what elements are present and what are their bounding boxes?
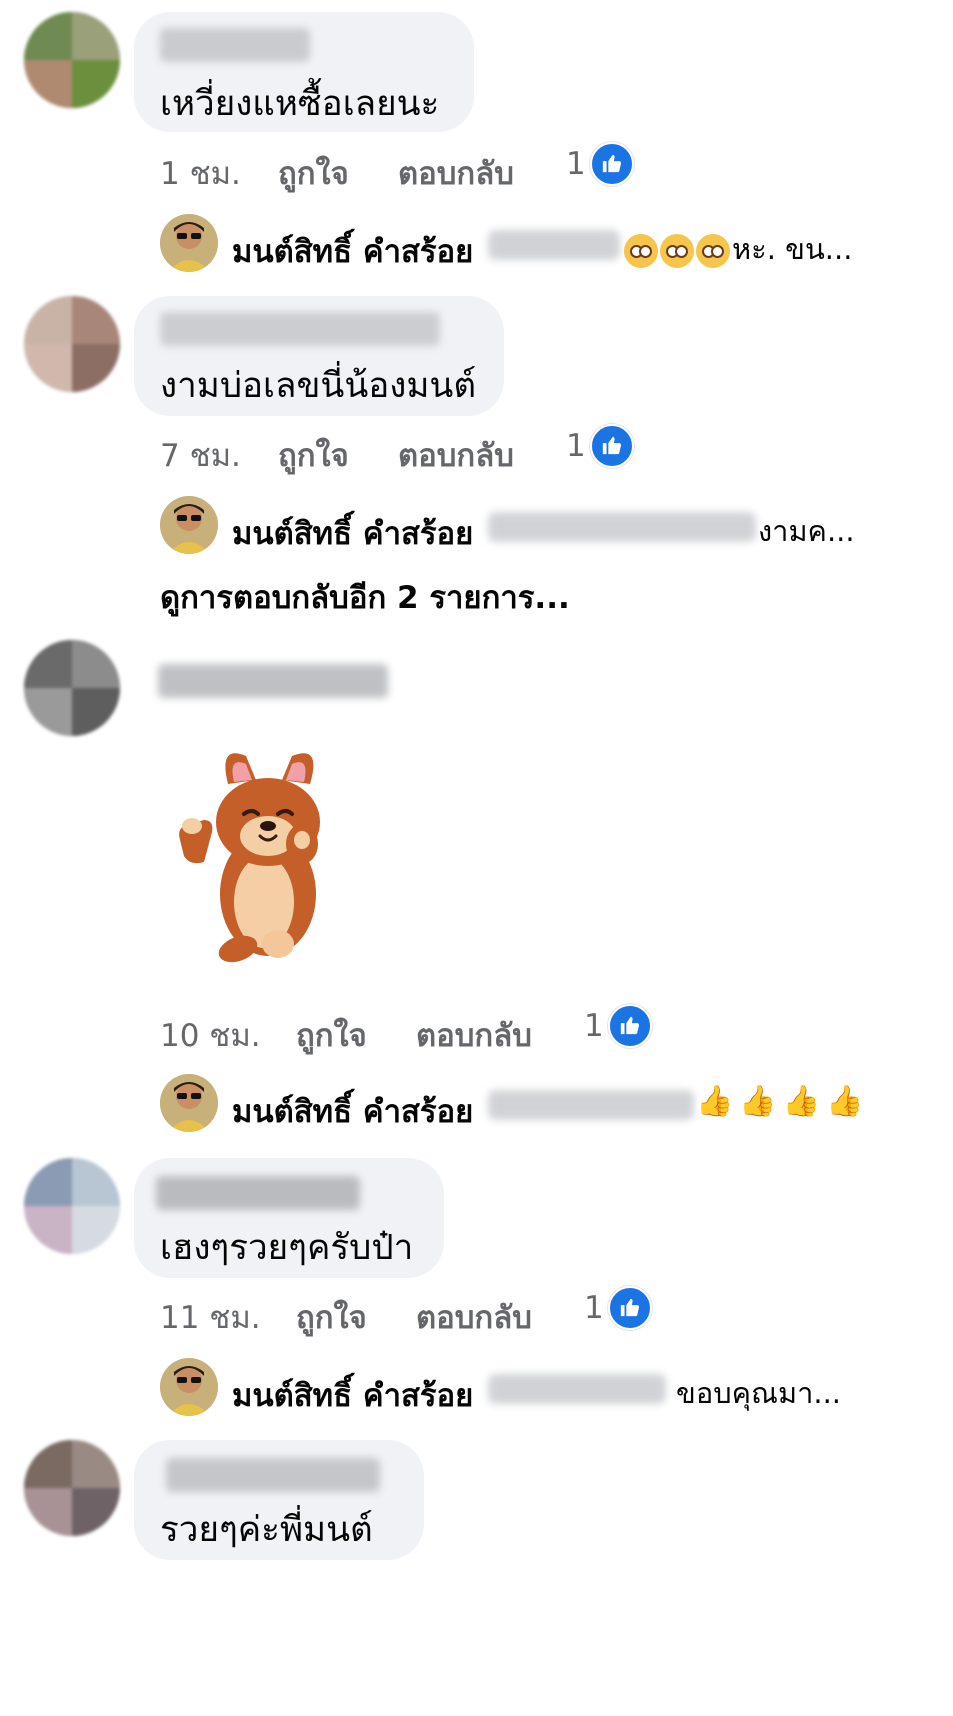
man-avatar-icon [160,496,218,554]
reply-text-blurred [488,1374,666,1404]
reply-text[interactable]: 👍 👍 👍 👍 [696,1084,869,1119]
reply-author[interactable]: มนต์สิทธิ์ คำสร้อย [232,1086,473,1136]
thumbs-up-emoji: 👍 [696,1084,734,1119]
like-reaction-icon[interactable] [608,1004,652,1048]
reply-avatar[interactable] [160,496,218,554]
comment-text: งามบ่อเลขนี่น้องมนต์ [160,366,477,406]
man-avatar-icon [160,214,218,272]
view-more-replies-link[interactable]: ดูการตอบกลับอีก 2 รายการ... [160,572,570,622]
reply-button[interactable]: ตอบกลับ [416,1292,532,1342]
reply-author[interactable]: มนต์สิทธิ์ คำสร้อย [232,508,473,558]
like-reaction-icon[interactable] [590,142,634,186]
like-button[interactable]: ถูกใจ [296,1010,367,1060]
comment-time[interactable]: 1 ชม. [160,148,241,198]
reply-text[interactable]: หะ. ขน... [624,226,852,272]
like-count[interactable]: 1 [584,1290,604,1326]
reply-author[interactable]: มนต์สิทธิ์ คำสร้อย [232,226,473,276]
flushed-face-emoji [660,234,694,268]
reply-text-tail: หะ. ขน... [732,232,853,266]
commenter-name[interactable] [166,1458,380,1492]
reply-button[interactable]: ตอบกลับ [398,148,514,198]
comment-text: เหวี่ยงแหซื้อเลยนะ [160,84,440,124]
like-button[interactable]: ถูกใจ [296,1292,367,1342]
commenter-avatar[interactable] [24,640,120,736]
like-count[interactable]: 1 [566,146,586,182]
like-reaction-icon[interactable] [590,424,634,468]
commenter-name[interactable] [158,664,388,698]
man-avatar-icon [160,1074,218,1132]
thumbs-up-emoji: 👍 [739,1084,777,1119]
reply-avatar[interactable] [160,1074,218,1132]
comment-time[interactable]: 10 ชม. [160,1010,261,1060]
comment-time[interactable]: 7 ชม. [160,430,241,480]
like-reaction-icon[interactable] [608,1286,652,1330]
man-avatar-icon [160,1358,218,1416]
flushed-face-emoji [696,234,730,268]
comment-text: เฮงๆรวยๆครับป๋า [160,1228,414,1268]
commenter-avatar[interactable] [24,1158,120,1254]
comment-time[interactable]: 11 ชม. [160,1292,261,1342]
comment-text: รวยๆค่ะพี่มนต์ [160,1510,373,1550]
reply-text-blurred [488,230,620,260]
flushed-face-emoji [624,234,658,268]
corgi-sticker-icon[interactable] [168,744,348,974]
reply-button[interactable]: ตอบกลับ [416,1010,532,1060]
like-count[interactable]: 1 [584,1008,604,1044]
commenter-avatar[interactable] [24,12,120,108]
reply-text[interactable]: งามค... [758,508,855,554]
commenter-avatar[interactable] [24,1440,120,1536]
commenter-name[interactable] [156,1176,360,1210]
reply-text[interactable]: ขอบคุณมา... [676,1370,841,1416]
reply-avatar[interactable] [160,214,218,272]
like-button[interactable]: ถูกใจ [278,148,349,198]
commenter-name[interactable] [160,28,310,62]
like-count[interactable]: 1 [566,428,586,464]
reply-button[interactable]: ตอบกลับ [398,430,514,480]
thumbs-up-emoji: 👍 [782,1084,821,1119]
thumbs-up-emoji: 👍 [826,1084,864,1119]
reply-avatar[interactable] [160,1358,218,1416]
commenter-avatar[interactable] [24,296,120,392]
reply-text-blurred [488,512,756,542]
commenter-name[interactable] [160,312,440,346]
like-button[interactable]: ถูกใจ [278,430,349,480]
reply-text-blurred [488,1090,694,1120]
reply-author[interactable]: มนต์สิทธิ์ คำสร้อย [232,1370,473,1420]
